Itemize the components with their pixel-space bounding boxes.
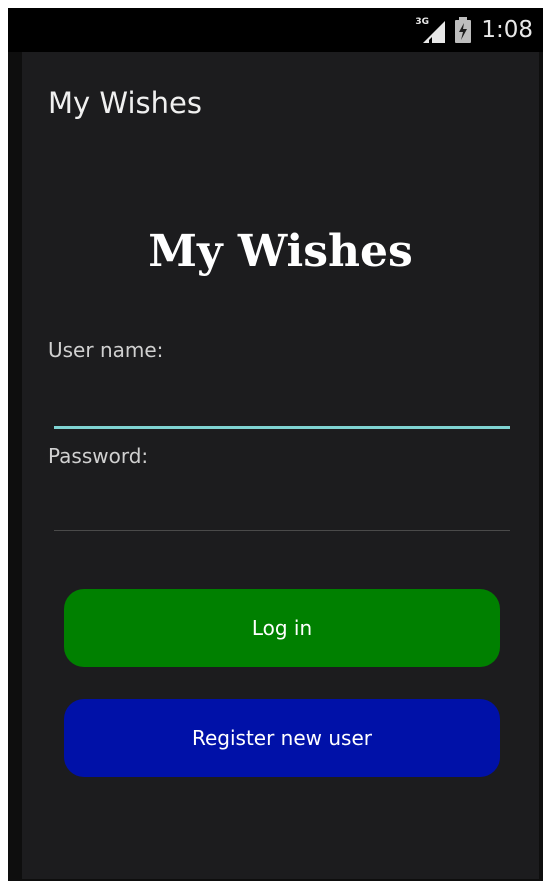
password-underline xyxy=(54,530,510,531)
username-input[interactable] xyxy=(54,384,510,424)
status-icons: 3G 1:08 xyxy=(415,16,533,44)
status-bar: 3G 1:08 xyxy=(8,8,543,52)
action-bar-title: My Wishes xyxy=(48,86,202,120)
device-frame: 3G 1:08 My Wishes My Wishes User name: P xyxy=(8,8,543,881)
status-time: 1:08 xyxy=(481,17,533,43)
password-label: Password: xyxy=(48,444,149,468)
battery-charging-icon xyxy=(455,17,472,43)
password-input[interactable] xyxy=(54,488,510,528)
register-button[interactable]: Register new user xyxy=(64,699,500,777)
login-button-label: Log in xyxy=(251,616,313,640)
app-screen: My Wishes My Wishes User name: Password:… xyxy=(22,52,539,879)
username-underline xyxy=(54,426,510,429)
page-title: My Wishes xyxy=(148,226,413,277)
cell-signal-icon: 3G xyxy=(415,17,446,43)
username-label: User name: xyxy=(48,338,164,362)
register-button-label: Register new user xyxy=(191,726,373,750)
login-button[interactable]: Log in xyxy=(64,589,500,667)
